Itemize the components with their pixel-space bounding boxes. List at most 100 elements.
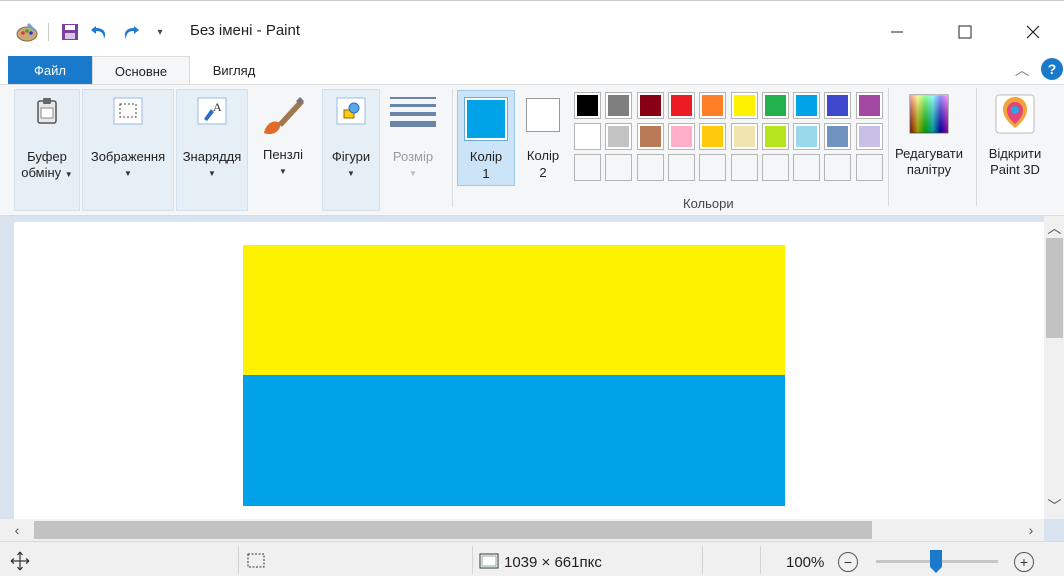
palette-empty-slot[interactable] [636,154,664,181]
size-label: Розмір [392,149,434,164]
paint3d-icon [995,92,1035,136]
qat-separator [48,23,49,41]
palette-swatch[interactable] [730,92,758,119]
palette-swatch[interactable] [636,123,664,150]
palette-empty-slot[interactable] [793,154,821,181]
edit-colors-icon [909,92,949,136]
drawing-canvas[interactable] [14,222,1044,522]
palette-empty-slot[interactable] [574,154,601,181]
collapse-ribbon-icon[interactable]: ︿ [1012,60,1032,80]
vertical-scroll-thumb[interactable] [1046,238,1063,338]
shapes-icon [333,93,369,129]
open-paint3d-button[interactable]: Відкрити Paint 3D [980,92,1050,178]
color2-label-1: Колір [526,148,560,163]
ribbon-tabs: Файл Основне Вигляд [0,56,1064,85]
image-label: Зображення [90,149,166,164]
palette-swatch-fill [639,126,661,147]
shapes-button[interactable]: Фігури ▼ [322,93,380,179]
clipboard-icon [29,93,65,129]
palette-swatch[interactable] [824,92,852,119]
save-icon[interactable] [57,19,83,45]
palette-swatch[interactable] [605,123,633,150]
clipboard-label-1: Буфер [27,149,67,164]
horizontal-scroll-thumb[interactable] [34,521,872,539]
palette-swatch[interactable] [824,123,852,150]
maximize-button[interactable] [942,15,988,49]
tab-home[interactable]: Основне [92,56,190,85]
yellow-rectangle [243,245,785,375]
color2-button[interactable]: Колір 2 [518,90,570,186]
image-button[interactable]: Зображення ▼ [82,93,174,179]
title-bar: ▾ Без імені - Paint [0,0,1064,56]
scroll-up-icon[interactable]: ︿ [1046,220,1063,236]
palette-empty-slot[interactable] [855,154,883,181]
palette-swatch-fill [702,95,724,116]
scroll-down-icon[interactable]: ﹀ [1046,498,1063,514]
scroll-right-icon[interactable]: › [1024,521,1038,539]
tab-view[interactable]: Вигляд [198,56,270,84]
close-button[interactable] [1010,15,1056,49]
palette-empty-slot[interactable] [824,154,852,181]
palette-swatch-fill [608,95,630,116]
edit-colors-label-2: палітру [906,162,952,177]
palette-swatch-fill [796,95,818,116]
tools-button[interactable]: A Знаряддя ▼ [176,93,248,179]
palette-swatch[interactable] [761,92,789,119]
minimize-icon [891,31,903,33]
palette-swatch-fill [858,95,880,116]
color1-label-1: Колір [469,149,503,164]
palette-swatch-fill [670,95,692,116]
palette-swatch[interactable] [855,123,883,150]
palette-swatch[interactable] [636,92,664,119]
palette-swatch[interactable] [667,123,695,150]
palette-swatch[interactable] [699,92,727,119]
paint-app-icon[interactable] [14,19,40,45]
palette-swatch[interactable] [761,123,789,150]
color1-label-2: 1 [482,166,490,181]
palette-empty-slot[interactable] [761,154,789,181]
palette-swatch-fill [796,126,818,147]
zoom-slider-thumb[interactable] [929,550,943,574]
palette-swatch[interactable] [730,123,758,150]
maximize-icon [958,25,972,39]
palette-swatch-fill [670,126,692,147]
scroll-left-icon[interactable]: ‹ [10,521,24,539]
size-button[interactable]: Розмір ▼ [384,93,442,179]
status-bar: 1039 × 661пкс 100% − + [0,541,1064,576]
help-icon[interactable]: ? [1041,58,1063,80]
ribbon-separator [888,88,889,206]
palette-swatch-fill [764,95,786,116]
brushes-button[interactable]: Пензлі ▼ [252,93,314,177]
brush-icon [260,93,306,139]
zoom-in-button[interactable]: + [1014,552,1034,572]
zoom-level-text: 100% [786,554,825,571]
chevron-down-icon: ▼ [279,167,287,176]
tab-file[interactable]: Файл [8,56,92,84]
palette-empty-slot[interactable] [667,154,695,181]
edit-colors-label-1: Редагувати [894,146,964,161]
palette-empty-slot[interactable] [699,154,727,181]
palette-swatch[interactable] [699,123,727,150]
color1-swatch [467,100,505,138]
palette-swatch[interactable] [574,92,601,119]
zoom-out-button[interactable]: − [838,552,858,572]
undo-icon[interactable] [87,19,113,45]
edit-colors-button[interactable]: Редагувати палітру [890,92,968,178]
palette-empty-slot[interactable] [605,154,633,181]
redo-icon[interactable] [117,19,143,45]
colors-group-label: Кольори [683,196,734,211]
palette-swatch[interactable] [793,123,821,150]
palette-swatch[interactable] [855,92,883,119]
palette-swatch[interactable] [574,123,601,150]
palette-swatch[interactable] [605,92,633,119]
customize-dropdown-icon[interactable]: ▾ [147,19,173,45]
palette-swatch[interactable] [793,92,821,119]
minimize-button[interactable] [874,15,920,49]
palette-swatch[interactable] [667,92,695,119]
close-icon [1026,25,1040,39]
palette-empty-slot[interactable] [730,154,758,181]
ribbon-separator [452,89,453,207]
color1-button[interactable]: Колір 1 [457,90,515,186]
clipboard-button[interactable]: Буфер обміну ▼ [14,93,80,181]
image-size-text: 1039 × 661пкс [504,554,602,571]
